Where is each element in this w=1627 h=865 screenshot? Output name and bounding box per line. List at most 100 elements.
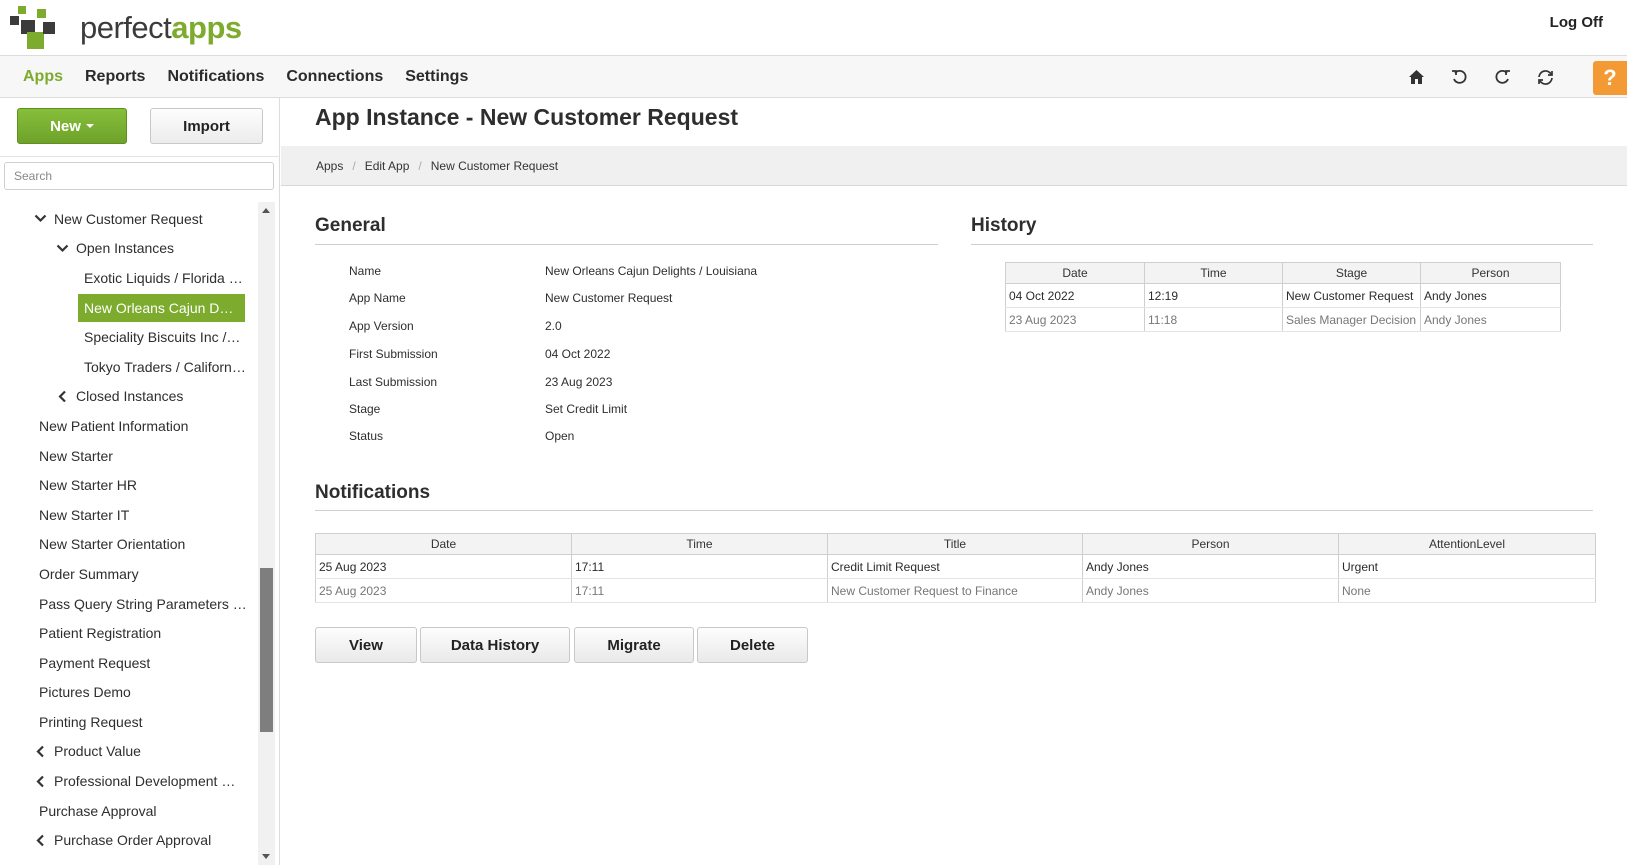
tree-item-new-customer-request[interactable]: New Customer Request xyxy=(0,204,258,234)
column-header[interactable]: Person xyxy=(1082,533,1339,555)
home-icon[interactable] xyxy=(1395,56,1438,98)
undo-icon[interactable] xyxy=(1438,56,1481,98)
column-header[interactable]: Time xyxy=(571,533,828,555)
logo[interactable]: perfectapps xyxy=(10,5,242,51)
table-cell: 17:11 xyxy=(571,578,828,603)
scroll-up-arrow-icon[interactable] xyxy=(262,208,270,213)
nav-settings[interactable]: Settings xyxy=(394,68,479,86)
tree-item-app[interactable]: Printing Request xyxy=(0,707,258,737)
chevron-down-icon[interactable] xyxy=(54,244,70,253)
field-status: Status Open xyxy=(349,429,575,443)
chevron-left-icon[interactable] xyxy=(32,834,48,847)
field-last-submission: Last Submission 23 Aug 2023 xyxy=(349,375,613,389)
general-heading: General xyxy=(315,215,386,236)
refresh-icon[interactable] xyxy=(1481,56,1524,98)
tree-item-app-collapsed[interactable]: Professional Development Re… xyxy=(0,766,258,796)
tree-item-app[interactable]: Order Summary xyxy=(0,559,258,589)
field-name: Name New Orleans Cajun Delights / Louisia… xyxy=(349,264,758,278)
table-cell: 25 Aug 2023 xyxy=(315,554,572,579)
tree-item-app[interactable]: Patient Registration xyxy=(0,618,258,648)
tree-item-instance[interactable]: Tokyo Traders / California… xyxy=(0,352,258,382)
table-header-row: Date Time Stage Person xyxy=(1005,262,1561,284)
column-header[interactable]: Date xyxy=(315,533,572,555)
divider xyxy=(0,156,280,157)
import-button[interactable]: Import xyxy=(150,108,263,144)
column-header[interactable]: Person xyxy=(1420,262,1561,284)
column-header[interactable]: Date xyxy=(1005,262,1145,284)
chevron-left-icon[interactable] xyxy=(54,390,70,403)
chevron-down-icon[interactable] xyxy=(32,214,48,223)
nav-connections[interactable]: Connections xyxy=(275,68,394,86)
data-history-button[interactable]: Data History xyxy=(420,627,570,663)
migrate-button[interactable]: Migrate xyxy=(574,627,694,663)
table-cell: 23 Aug 2023 xyxy=(1005,307,1145,332)
nav-reports[interactable]: Reports xyxy=(74,68,156,86)
tree-item-app[interactable]: Pictures Demo xyxy=(0,678,258,708)
tree-item-app[interactable]: Pass Query String Parameters Ex… xyxy=(0,589,258,619)
tree-item-open-instances[interactable]: Open Instances xyxy=(0,234,258,264)
column-header[interactable]: AttentionLevel xyxy=(1338,533,1596,555)
table-row[interactable]: 25 Aug 2023 17:11 New Customer Request t… xyxy=(315,578,1596,603)
nav-notifications[interactable]: Notifications xyxy=(156,68,275,86)
field-first-submission: First Submission 04 Oct 2022 xyxy=(349,347,611,361)
new-button[interactable]: New xyxy=(17,108,127,144)
column-header[interactable]: Stage xyxy=(1282,262,1421,284)
tree-item-app[interactable]: New Starter xyxy=(0,441,258,471)
tree-item-app[interactable]: Payment Request xyxy=(0,648,258,678)
table-cell: New Customer Request to Finance xyxy=(827,578,1083,603)
column-header[interactable]: Title xyxy=(827,533,1083,555)
sidebar-scrollbar[interactable] xyxy=(258,202,275,865)
search-input[interactable] xyxy=(4,162,274,190)
table-cell: 04 Oct 2022 xyxy=(1005,283,1145,308)
table-cell: Sales Manager Decision xyxy=(1282,307,1421,332)
table-row[interactable]: 23 Aug 2023 11:18 Sales Manager Decision… xyxy=(1005,307,1561,332)
breadcrumb-separator: / xyxy=(418,158,422,173)
help-button[interactable]: ? xyxy=(1593,61,1627,95)
tree-item-instance[interactable]: Exotic Liquids / Florida ( … xyxy=(0,263,258,293)
page-title: App Instance - New Customer Request xyxy=(315,104,739,130)
logo-text: perfectapps xyxy=(80,10,242,45)
sync-icon[interactable] xyxy=(1524,56,1567,98)
tree-item-app[interactable]: New Starter HR xyxy=(0,470,258,500)
caret-down-icon xyxy=(85,124,94,128)
tree-item-closed-instances[interactable]: Closed Instances xyxy=(0,382,258,412)
table-row[interactable]: 25 Aug 2023 17:11 Credit Limit Request A… xyxy=(315,554,1596,579)
table-cell: Credit Limit Request xyxy=(827,554,1083,579)
chevron-left-icon[interactable] xyxy=(32,775,48,788)
table-cell: 11:18 xyxy=(1144,307,1283,332)
breadcrumb-edit-app[interactable]: Edit App xyxy=(365,159,410,173)
column-header[interactable]: Time xyxy=(1144,262,1283,284)
breadcrumb-apps[interactable]: Apps xyxy=(316,159,343,173)
scroll-down-arrow-icon[interactable] xyxy=(262,854,270,859)
table-cell: 12:19 xyxy=(1144,283,1283,308)
tree-item-instance[interactable]: Speciality Biscuits Inc / M… xyxy=(0,322,258,352)
view-button[interactable]: View xyxy=(315,627,417,663)
tree-item-app[interactable]: New Patient Information xyxy=(0,411,258,441)
history-heading: History xyxy=(971,215,1037,236)
field-app-name: App Name New Customer Request xyxy=(349,291,673,305)
field-app-version: App Version 2.0 xyxy=(349,319,562,333)
notifications-divider xyxy=(315,510,1593,511)
table-row[interactable]: 04 Oct 2022 12:19 New Customer Request A… xyxy=(1005,283,1561,308)
app-tree: New Customer Request Open Instances Exot… xyxy=(0,204,258,865)
notifications-table: Date Time Title Person AttentionLevel 25… xyxy=(315,533,1596,603)
tree-item-app[interactable]: Purchase Approval xyxy=(0,796,258,826)
main-nav: Apps Reports Notifications Connections S… xyxy=(0,56,1627,98)
notifications-heading: Notifications xyxy=(315,482,431,503)
table-cell: None xyxy=(1338,578,1596,603)
tree-item-app[interactable]: New Starter Orientation xyxy=(0,530,258,560)
log-off-link[interactable]: Log Off xyxy=(1550,14,1603,31)
top-header: perfectapps Log Off xyxy=(0,0,1627,56)
scroll-thumb[interactable] xyxy=(260,568,273,732)
history-divider xyxy=(971,244,1593,245)
nav-apps[interactable]: Apps xyxy=(12,68,74,86)
tree-item-app-collapsed[interactable]: Purchase Order Approval xyxy=(0,825,258,855)
tree-item-instance-selected[interactable]: New Orleans Cajun Delig… xyxy=(0,293,258,323)
logo-mark-icon xyxy=(10,5,58,51)
delete-button[interactable]: Delete xyxy=(697,627,808,663)
sidebar: New Import New Customer Request Open Ins… xyxy=(0,98,280,865)
tree-item-app-collapsed[interactable]: Product Value xyxy=(0,737,258,767)
tree-item-app[interactable]: New Starter IT xyxy=(0,500,258,530)
chevron-left-icon[interactable] xyxy=(32,745,48,758)
table-cell: Urgent xyxy=(1338,554,1596,579)
